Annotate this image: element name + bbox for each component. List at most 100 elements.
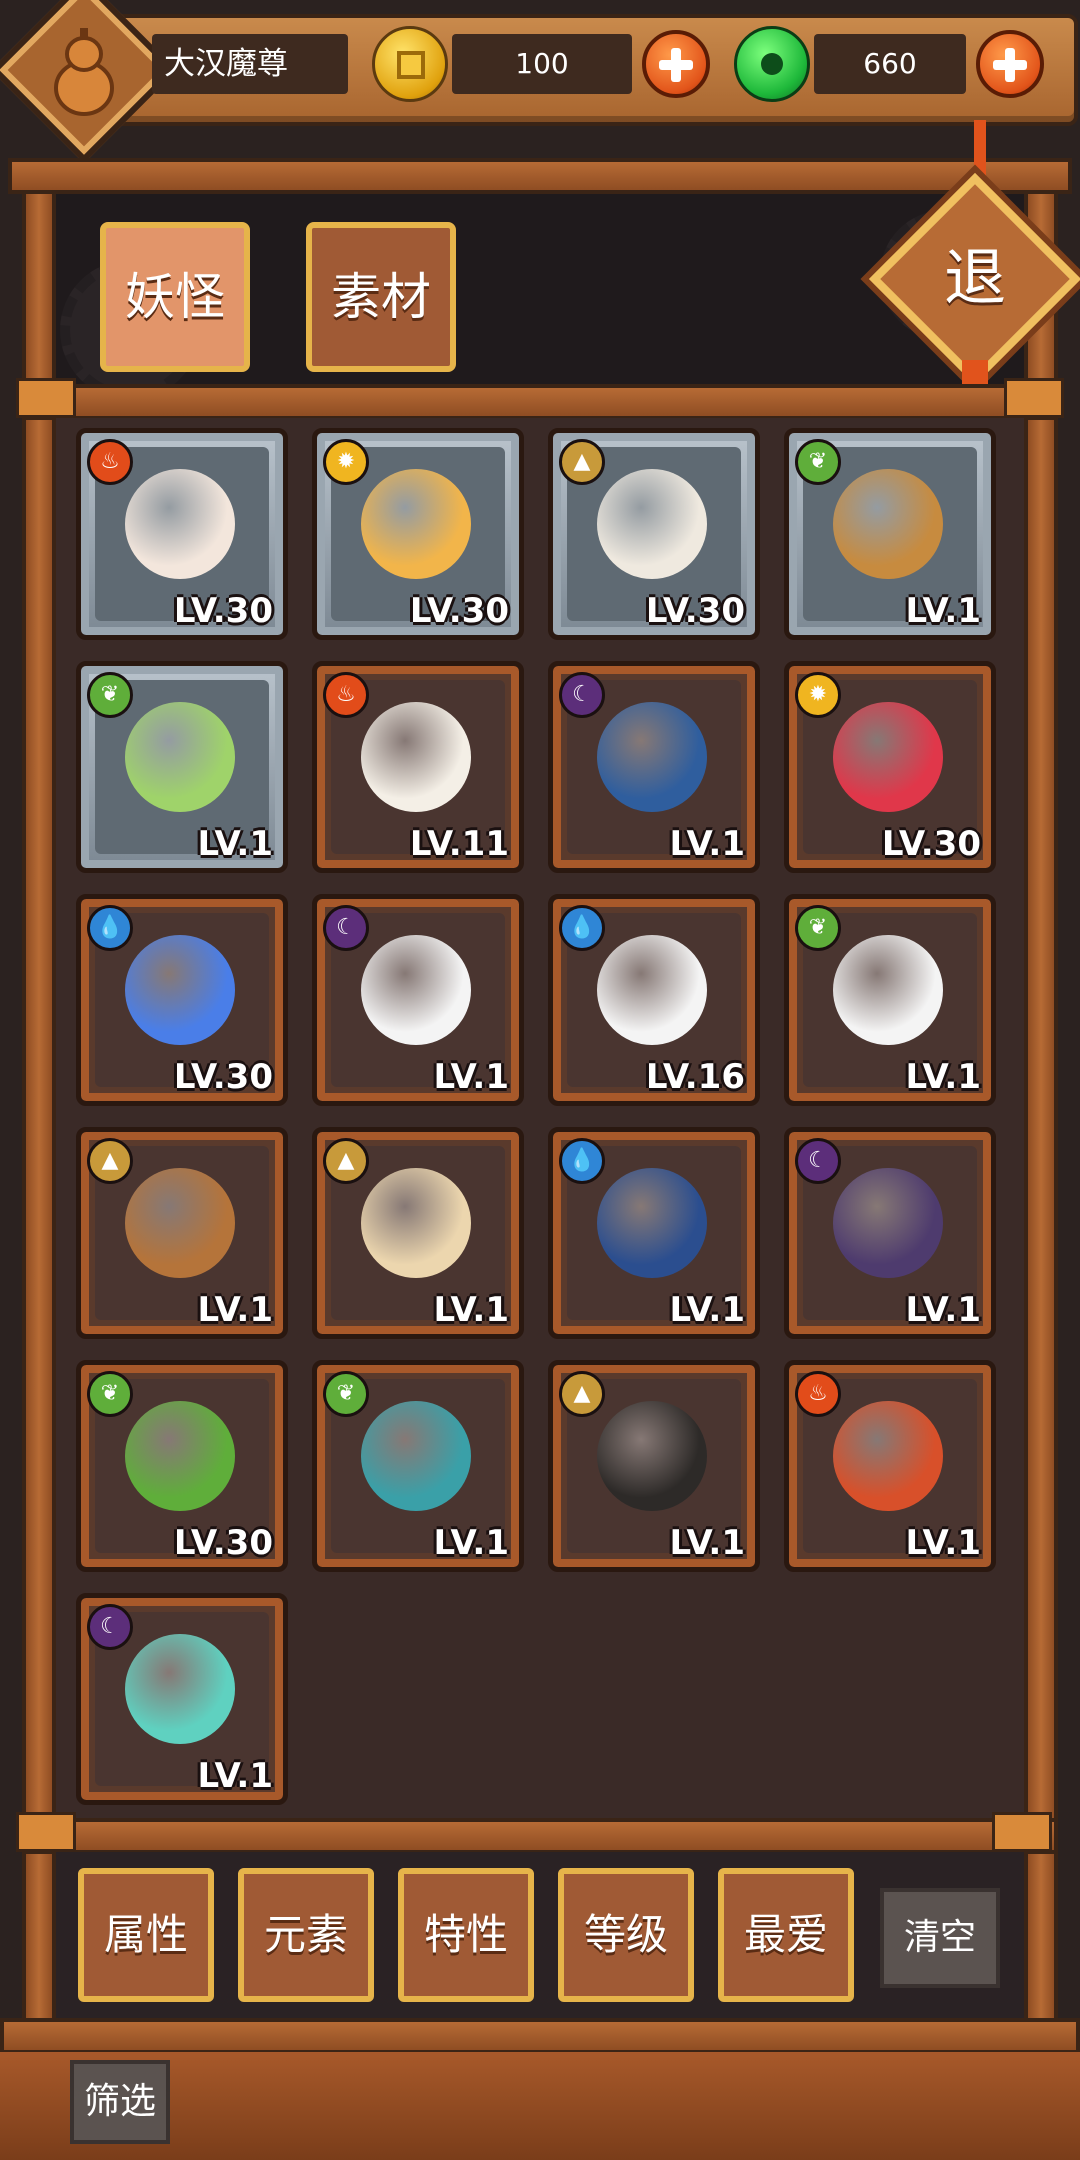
monster-sprite	[833, 469, 943, 579]
monster-level: LV.30	[409, 591, 509, 631]
bracket	[1004, 378, 1064, 418]
filter-element-button[interactable]: 元素	[238, 1868, 374, 2002]
monster-card[interactable]: ❦ LV.1	[76, 661, 288, 873]
coin-amount: 100	[452, 34, 632, 94]
monster-level: LV.1	[433, 1290, 510, 1330]
monster-card[interactable]: 💧 LV.1	[548, 1127, 760, 1339]
cabinet-post-left	[22, 190, 56, 2060]
shelf-top	[8, 158, 1072, 194]
monster-sprite	[597, 935, 707, 1045]
monster-sprite	[597, 702, 707, 812]
bracket	[16, 378, 76, 418]
monster-card[interactable]: ❦ LV.1	[784, 894, 996, 1106]
monster-sprite	[361, 702, 471, 812]
wood-element-icon: ❦	[795, 439, 841, 485]
monster-card[interactable]: ♨ LV.30	[76, 428, 288, 640]
wood-element-icon: ❦	[87, 672, 133, 718]
fire-element-icon: ♨	[87, 439, 133, 485]
monster-sprite	[597, 1401, 707, 1511]
jade-icon	[734, 26, 810, 102]
monster-level: LV.1	[669, 1523, 746, 1563]
monster-card[interactable]: ▲ LV.1	[548, 1360, 760, 1572]
fire-element-icon: ♨	[323, 672, 369, 718]
monster-sprite	[361, 469, 471, 579]
bracket	[16, 1812, 76, 1852]
fire-element-icon: ♨	[795, 1371, 841, 1417]
monster-card[interactable]: ❦ LV.1	[312, 1360, 524, 1572]
wood-element-icon: ❦	[323, 1371, 369, 1417]
earth-element-icon: ▲	[559, 1371, 605, 1417]
monster-card[interactable]: ✹ LV.30	[312, 428, 524, 640]
monster-level: LV.30	[881, 824, 981, 864]
gourd-icon	[54, 28, 114, 116]
shelf-middle	[22, 384, 1058, 420]
earth-element-icon: ▲	[559, 439, 605, 485]
monster-sprite	[361, 935, 471, 1045]
monster-level: LV.1	[905, 1290, 982, 1330]
shelf-lower	[22, 1818, 1058, 1854]
monster-sprite	[597, 469, 707, 579]
monster-card[interactable]: ☾ LV.1	[784, 1127, 996, 1339]
monster-sprite	[125, 935, 235, 1045]
player-name: 大汉魔尊	[152, 34, 348, 94]
monster-card[interactable]: ♨ LV.11	[312, 661, 524, 873]
gold-element-icon: ✹	[323, 439, 369, 485]
monster-level: LV.1	[197, 824, 274, 864]
monster-level: LV.30	[173, 1057, 273, 1097]
moon-element-icon: ☾	[323, 905, 369, 951]
monster-level: LV.1	[197, 1290, 274, 1330]
monster-level: LV.16	[645, 1057, 745, 1097]
monster-level: LV.30	[173, 1523, 273, 1563]
cabinet-post-right	[1024, 190, 1058, 2060]
monster-sprite	[361, 1168, 471, 1278]
water-element-icon: 💧	[87, 905, 133, 951]
monster-card[interactable]: ☾ LV.1	[548, 661, 760, 873]
add-jade-button[interactable]	[976, 30, 1044, 98]
monster-level: LV.1	[905, 1523, 982, 1563]
monster-sprite	[125, 1634, 235, 1744]
water-element-icon: 💧	[559, 905, 605, 951]
monster-level: LV.30	[645, 591, 745, 631]
monster-level: LV.1	[669, 824, 746, 864]
monster-sprite	[833, 702, 943, 812]
monster-card[interactable]: ✹ LV.30	[784, 661, 996, 873]
monster-card[interactable]: ▲ LV.30	[548, 428, 760, 640]
monster-level: LV.1	[197, 1756, 274, 1796]
monster-level: LV.30	[173, 591, 273, 631]
monster-card[interactable]: ▲ LV.1	[76, 1127, 288, 1339]
monster-level: LV.1	[905, 1057, 982, 1097]
filter-attribute-button[interactable]: 属性	[78, 1868, 214, 2002]
filter-favorite-button[interactable]: 最爱	[718, 1868, 854, 2002]
monster-card[interactable]: ❦ LV.1	[784, 428, 996, 640]
earth-element-icon: ▲	[323, 1138, 369, 1184]
monster-sprite	[125, 1168, 235, 1278]
monster-level: LV.1	[905, 591, 982, 631]
monster-card[interactable]: 💧 LV.16	[548, 894, 760, 1106]
moon-element-icon: ☾	[795, 1138, 841, 1184]
filter-toggle-button[interactable]: 筛选	[70, 2060, 170, 2144]
monster-sprite	[361, 1401, 471, 1511]
clear-button[interactable]: 清空	[880, 1888, 1000, 1988]
monster-level: LV.11	[409, 824, 509, 864]
moon-element-icon: ☾	[87, 1604, 133, 1650]
coin-icon	[372, 26, 448, 102]
monster-sprite	[597, 1168, 707, 1278]
earth-element-icon: ▲	[87, 1138, 133, 1184]
filter-level-button[interactable]: 等级	[558, 1868, 694, 2002]
water-element-icon: 💧	[559, 1138, 605, 1184]
add-coins-button[interactable]	[642, 30, 710, 98]
monster-card[interactable]: ☾ LV.1	[312, 894, 524, 1106]
monster-card[interactable]: 💧 LV.30	[76, 894, 288, 1106]
bracket	[992, 1812, 1052, 1852]
filter-trait-button[interactable]: 特性	[398, 1868, 534, 2002]
jade-amount: 660	[814, 34, 966, 94]
monster-level: LV.1	[433, 1523, 510, 1563]
wood-element-icon: ❦	[795, 905, 841, 951]
monster-card[interactable]: ▲ LV.1	[312, 1127, 524, 1339]
monster-card[interactable]: ☾ LV.1	[76, 1593, 288, 1805]
tab-monsters[interactable]: 妖怪	[100, 222, 250, 372]
tab-materials[interactable]: 素材	[306, 222, 456, 372]
monster-level: LV.1	[433, 1057, 510, 1097]
monster-card[interactable]: ❦ LV.30	[76, 1360, 288, 1572]
monster-card[interactable]: ♨ LV.1	[784, 1360, 996, 1572]
